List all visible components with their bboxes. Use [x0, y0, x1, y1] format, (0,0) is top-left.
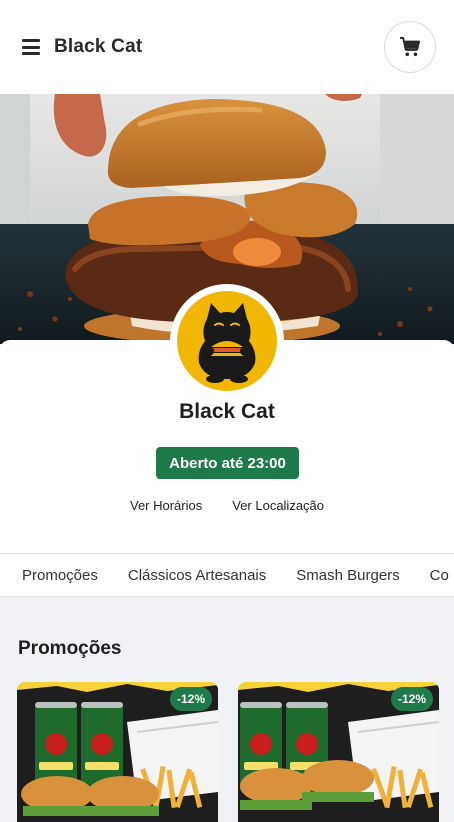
tab-truncated[interactable]: Co: [430, 567, 449, 584]
view-hours-link[interactable]: Ver Horários: [130, 498, 202, 513]
store-name: Black Cat: [179, 400, 275, 423]
cart-button[interactable]: [384, 21, 436, 73]
section-title: Promoções: [18, 638, 122, 659]
view-location-link[interactable]: Ver Localização: [232, 498, 324, 513]
category-tabs: Promoções Clássicos Artesanais Smash Bur…: [0, 553, 454, 597]
discount-badge: -12%: [390, 687, 433, 711]
product-card[interactable]: -12%: [17, 682, 218, 822]
tab-smash-burgers[interactable]: Smash Burgers: [296, 567, 399, 584]
app-title: Black Cat: [54, 36, 143, 57]
store-logo: [170, 284, 284, 398]
store-links: Ver Horários Ver Localização: [0, 498, 454, 513]
tab-promocoes[interactable]: Promoções: [22, 567, 98, 584]
top-bar: Black Cat: [0, 0, 454, 94]
open-status-badge: Aberto até 23:00: [156, 447, 299, 479]
cart-icon: [400, 37, 420, 57]
menu-icon[interactable]: [22, 39, 40, 55]
tab-classicos-artesanais[interactable]: Clássicos Artesanais: [128, 567, 266, 584]
discount-badge: -12%: [169, 687, 212, 711]
product-card[interactable]: -12%: [238, 682, 439, 822]
black-cat-logo-icon: [198, 303, 256, 383]
